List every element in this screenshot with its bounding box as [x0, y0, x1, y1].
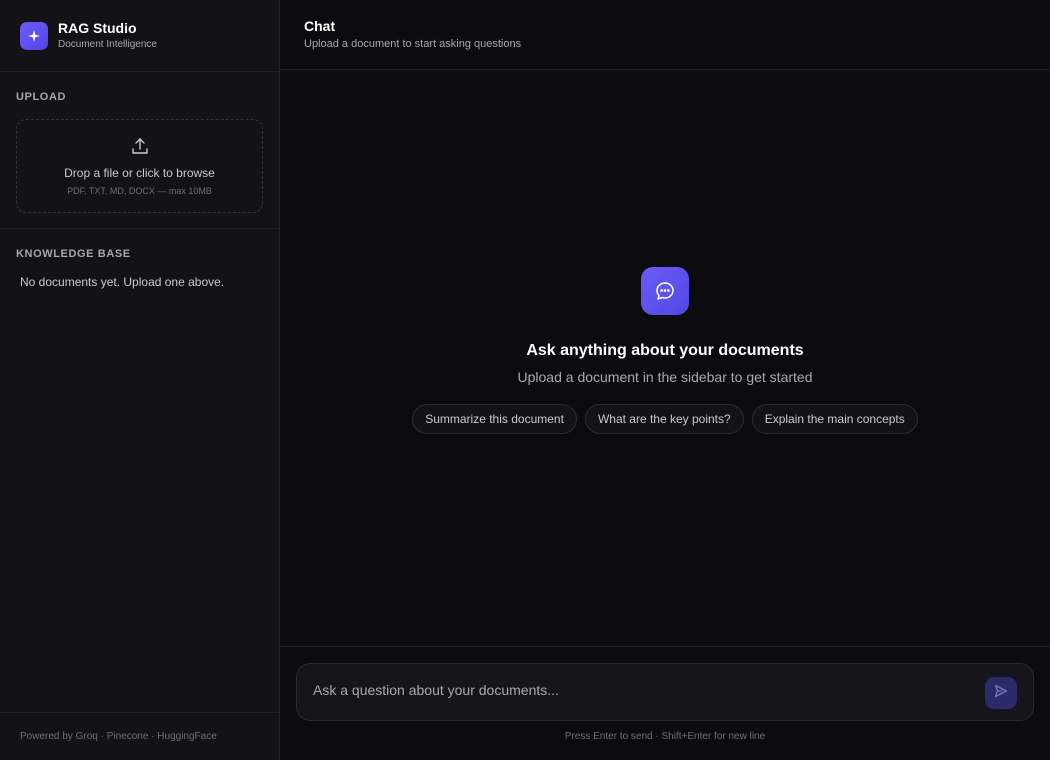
page-title: Chat	[304, 18, 336, 34]
chat-empty-state: Ask anything about your documents Upload…	[280, 267, 1050, 434]
chat-bubble-icon	[641, 267, 689, 315]
send-icon	[994, 684, 1008, 703]
brand: RAG Studio Document Intelligence	[0, 0, 279, 72]
composer-area: Press Enter to send · Shift+Enter for ne…	[280, 646, 1050, 760]
upload-section: UPLOAD Drop a file or click to browse PD…	[0, 72, 279, 229]
page-subtitle: Upload a document to start asking questi…	[304, 38, 522, 50]
sidebar: RAG Studio Document Intelligence UPLOAD …	[0, 0, 280, 760]
suggestion-chips: Summarize this document What are the key…	[412, 404, 918, 434]
chat-panel: Chat Upload a document to start asking q…	[280, 0, 1050, 760]
file-dropzone[interactable]: Drop a file or click to browse PDF, TXT,…	[16, 119, 263, 213]
upload-section-label: UPLOAD	[16, 91, 67, 103]
knowledge-base-label: KNOWLEDGE BASE	[16, 248, 131, 260]
composer-hint: Press Enter to send · Shift+Enter for ne…	[564, 731, 766, 742]
composer	[296, 663, 1034, 721]
suggestion-explain-concepts-button[interactable]: Explain the main concepts	[751, 404, 918, 434]
empty-state-subtitle: Upload a document in the sidebar to get …	[517, 369, 813, 385]
brand-subtitle: Document Intelligence	[58, 38, 157, 50]
suggestion-key-points-button[interactable]: What are the key points?	[584, 404, 744, 434]
sidebar-footer: Powered by Groq · Pinecone · HuggingFace	[0, 712, 279, 760]
dropzone-hint: PDF, TXT, MD, DOCX — max 10MB	[67, 185, 212, 196]
upload-icon	[131, 137, 149, 160]
knowledge-base-empty-text: No documents yet. Upload one above.	[20, 275, 225, 289]
send-button[interactable]	[985, 677, 1017, 709]
knowledge-base-section: KNOWLEDGE BASE No documents yet. Upload …	[0, 229, 279, 305]
empty-state-title: Ask anything about your documents	[526, 342, 804, 359]
brand-title: RAG Studio	[58, 19, 137, 36]
chat-header: Chat Upload a document to start asking q…	[280, 0, 1050, 70]
dropzone-title: Drop a file or click to browse	[64, 165, 215, 180]
question-input[interactable]	[313, 682, 963, 698]
suggestion-summarize-button[interactable]: Summarize this document	[412, 404, 577, 434]
sparkle-icon	[20, 21, 48, 50]
